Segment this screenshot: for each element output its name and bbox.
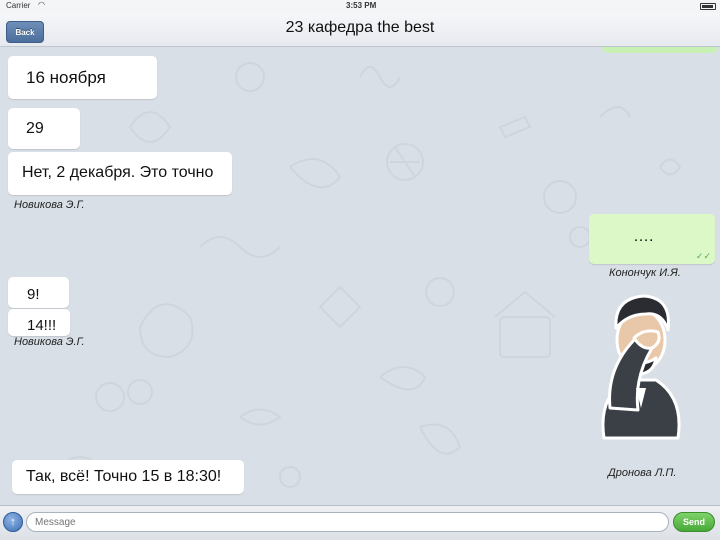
carrier-label: Carrier <box>6 1 31 10</box>
message-text: 9! <box>27 286 40 303</box>
message-bubble[interactable]: Нет, 2 декабря. Это точно <box>8 152 232 195</box>
sender-name: Конончук И.Я. <box>609 267 681 279</box>
chat-title: 23 кафедра the best <box>285 19 435 36</box>
status-time: 3:53 PM <box>346 1 377 10</box>
battery-icon <box>700 3 716 10</box>
wifi-icon: ◠ <box>38 0 45 9</box>
message-text: 16 ноября <box>26 68 106 87</box>
input-bar: ↑ Send <box>0 505 720 540</box>
message-bubble[interactable]: 14!!! <box>8 309 70 336</box>
message-text: Нет, 2 декабря. Это точно <box>22 164 214 181</box>
message-text: 29 <box>26 120 44 137</box>
double-check-icon: ✓✓ <box>695 251 711 261</box>
message-text: …. <box>633 228 654 245</box>
sender-name: Новикова Э.Г. <box>14 199 85 211</box>
sender-name: Дронова Л.П. <box>608 467 677 479</box>
send-button[interactable]: Send <box>673 512 715 532</box>
status-bar: Carrier ◠ 3:53 PM <box>0 0 720 13</box>
message-bubble[interactable]: 16 ноября <box>8 56 157 99</box>
message-text: Так, всё! Точно 15 в 18:30! <box>26 468 222 485</box>
outgoing-bubble-edge <box>602 47 718 53</box>
message-bubble[interactable]: Так, всё! Точно 15 в 18:30! <box>12 460 244 494</box>
sender-name: Новикова Э.Г. <box>14 336 85 348</box>
nav-bar: Back 23 кафедра the best <box>0 13 720 47</box>
message-bubble-outgoing[interactable]: …. ✓✓ <box>589 214 715 264</box>
chat-area[interactable]: 16 ноября 29 Нет, 2 декабря. Это точно Н… <box>0 47 720 505</box>
message-text: 14!!! <box>27 317 57 334</box>
upload-arrow-icon[interactable]: ↑ <box>3 512 23 532</box>
facepalm-sticker[interactable] <box>596 288 686 448</box>
message-input[interactable] <box>26 512 669 532</box>
message-bubble[interactable]: 29 <box>8 108 80 149</box>
message-bubble[interactable]: 9! <box>8 277 69 308</box>
